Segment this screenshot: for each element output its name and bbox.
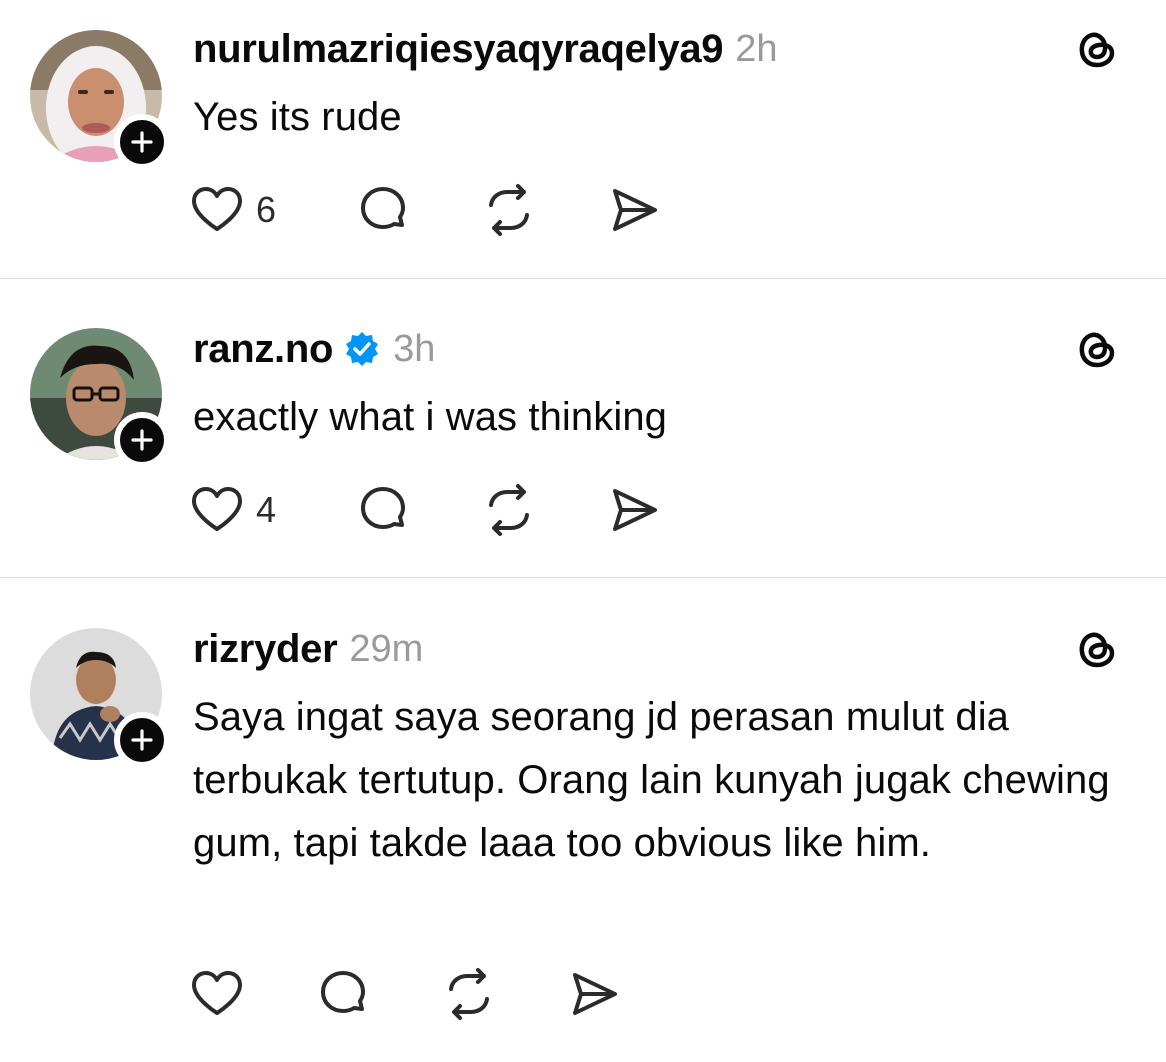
threads-logo-icon[interactable] <box>1072 324 1122 374</box>
repost-button[interactable] <box>482 183 608 237</box>
follow-button[interactable] <box>114 114 170 170</box>
send-icon <box>613 189 657 231</box>
like-button[interactable]: 6 <box>190 185 356 235</box>
post-time: 2h <box>735 27 778 70</box>
action-bar: 6 <box>190 182 662 238</box>
divider <box>0 278 1166 279</box>
like-button[interactable]: 4 <box>190 485 356 535</box>
plus-icon <box>131 429 153 451</box>
follow-button[interactable] <box>114 412 170 468</box>
divider <box>0 577 1166 578</box>
comment-button[interactable] <box>356 483 482 537</box>
action-bar <box>190 966 622 1022</box>
comment-button[interactable] <box>356 183 482 237</box>
threads-logo-icon[interactable] <box>1072 624 1122 674</box>
heart-icon <box>192 971 242 1015</box>
heart-icon <box>192 487 242 531</box>
like-button[interactable] <box>190 969 316 1019</box>
send-icon <box>573 973 617 1015</box>
post-text: exactly what i was thinking <box>193 395 668 439</box>
post-header: ranz.no 3h <box>193 324 435 374</box>
repost-icon <box>449 968 489 1020</box>
comment-button[interactable] <box>316 967 442 1021</box>
like-count: 4 <box>256 489 277 530</box>
send-icon <box>613 489 657 531</box>
share-button[interactable] <box>608 483 662 537</box>
threads-logo-icon[interactable] <box>1072 24 1122 74</box>
comment-icon <box>361 487 405 529</box>
username[interactable]: nurulmazriqiesyaqyraqelya9 <box>193 27 724 72</box>
follow-button[interactable] <box>114 712 170 768</box>
post-text: Saya ingat saya seorang jd perasan mulut… <box>193 695 1110 865</box>
like-count: 6 <box>256 189 277 230</box>
repost-button[interactable] <box>482 483 608 537</box>
post-text: Yes its rude <box>193 95 402 139</box>
plus-icon <box>131 131 153 153</box>
repost-button[interactable] <box>442 967 568 1021</box>
avatar-container[interactable] <box>30 328 170 468</box>
share-button[interactable] <box>568 967 622 1021</box>
post-header: nurulmazriqiesyaqyraqelya9 2h <box>193 24 778 74</box>
repost-icon <box>489 184 529 236</box>
post-time: 3h <box>393 327 436 370</box>
post-time: 29m <box>349 627 424 670</box>
heart-icon <box>192 187 242 231</box>
comment-icon <box>321 971 365 1013</box>
comment-icon <box>361 187 405 229</box>
avatar-container[interactable] <box>30 628 170 768</box>
repost-icon <box>489 484 529 536</box>
avatar-container[interactable] <box>30 30 170 170</box>
username[interactable]: ranz.no <box>193 327 333 372</box>
post-header: rizryder 29m <box>193 624 423 674</box>
plus-icon <box>131 729 153 751</box>
action-bar: 4 <box>190 482 662 538</box>
verified-badge-icon <box>343 330 381 368</box>
share-button[interactable] <box>608 183 662 237</box>
username[interactable]: rizryder <box>193 627 338 672</box>
